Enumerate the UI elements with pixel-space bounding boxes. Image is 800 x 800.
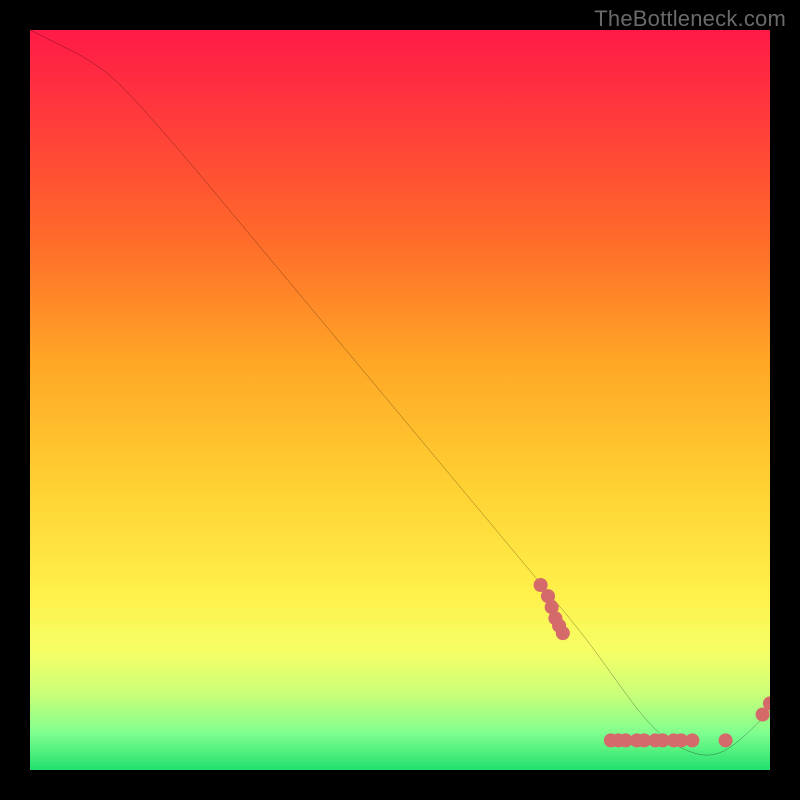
plot-area bbox=[30, 30, 770, 770]
chart-stage: TheBottleneck.com bbox=[0, 0, 800, 800]
data-point bbox=[719, 733, 733, 747]
scatter-dots bbox=[534, 578, 770, 747]
curve-layer bbox=[30, 30, 770, 770]
data-point bbox=[685, 733, 699, 747]
bottleneck-curve bbox=[30, 30, 770, 755]
watermark-text: TheBottleneck.com bbox=[594, 6, 786, 32]
data-point bbox=[556, 626, 570, 640]
